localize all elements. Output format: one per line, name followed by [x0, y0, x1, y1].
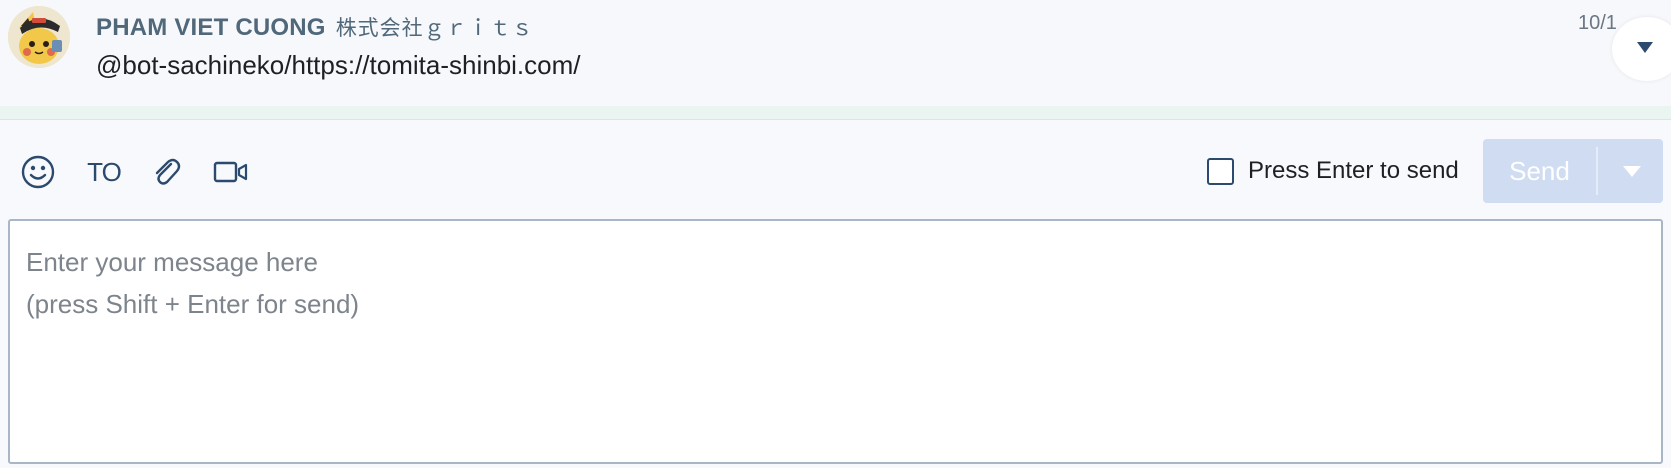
send-button[interactable]: Send	[1483, 139, 1596, 203]
message-text: @bot-sachineko/https://tomita-shinbi.com…	[96, 50, 581, 80]
enter-to-send-checkbox[interactable]	[1207, 157, 1234, 185]
message-menu-button[interactable]	[1612, 17, 1671, 81]
send-options-button[interactable]	[1598, 139, 1663, 203]
attach-file-button[interactable]	[148, 152, 184, 192]
cartoon-character-avatar-icon	[8, 6, 70, 68]
message-item: PHAM VIET CUONG 株式会社ｇｒｉｔｓ @bot-sachineko/…	[0, 0, 1671, 108]
sender-name-text: PHAM VIET CUONG	[96, 14, 326, 41]
sender-org: 株式会社ｇｒｉｔｓ	[335, 17, 534, 40]
divider	[0, 106, 1671, 120]
enter-to-send-toggle[interactable]: Press Enter to send	[1207, 157, 1459, 185]
sender-name[interactable]: PHAM VIET CUONG 株式会社ｇｒｉｔｓ	[96, 12, 534, 42]
enter-to-send-label: Press Enter to send	[1248, 157, 1459, 184]
caret-down-icon	[1623, 166, 1641, 177]
paperclip-icon	[155, 158, 181, 185]
avatar[interactable]	[8, 6, 70, 68]
video-call-button[interactable]	[212, 152, 250, 192]
composer-toolbar: TO Press Enter to send Send	[0, 122, 1671, 218]
smile-icon	[21, 155, 55, 189]
message-input[interactable]	[8, 219, 1663, 464]
send-button-group: Send	[1483, 139, 1663, 203]
to-button[interactable]: TO	[84, 152, 124, 192]
emoji-button[interactable]	[20, 152, 56, 192]
video-camera-icon	[213, 161, 248, 183]
to-label: TO	[87, 156, 122, 187]
caret-down-icon	[1637, 42, 1653, 53]
